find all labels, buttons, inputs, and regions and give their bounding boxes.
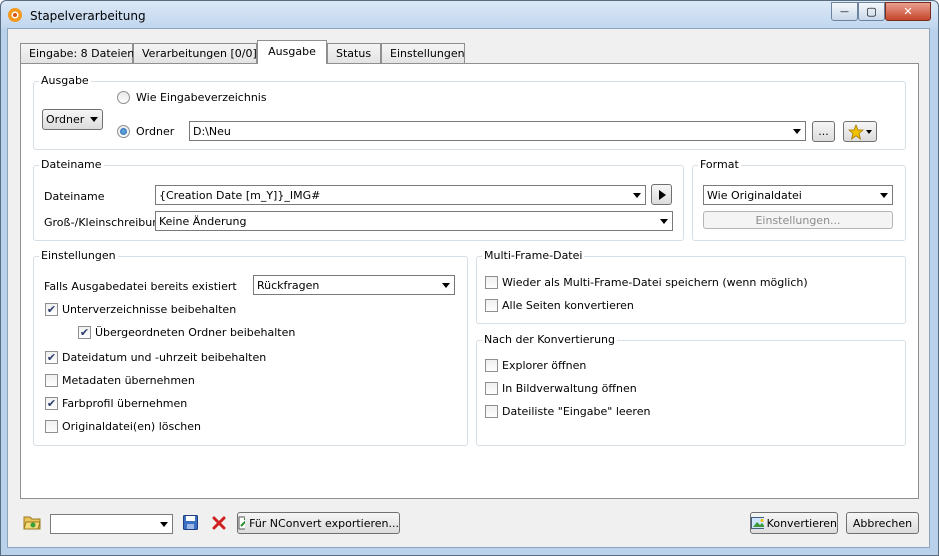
open-explorer-label: Explorer öffnen <box>502 359 587 372</box>
keep-datetime-label: Dateidatum und -uhrzeit beibehalten <box>62 351 267 364</box>
maximize-button[interactable]: ▢ <box>858 2 885 21</box>
select-value: Ordner <box>46 113 85 126</box>
save-multiframe-checkbox[interactable] <box>485 276 498 289</box>
format-value: Wie Originaldatei <box>707 189 802 202</box>
filename-label: Dateiname <box>44 190 105 203</box>
app-icon <box>8 8 22 22</box>
clear-input-list-checkbox[interactable] <box>485 405 498 418</box>
delete-originals-checkbox[interactable] <box>45 420 58 433</box>
delete-preset-button[interactable] <box>210 514 227 531</box>
case-value: Keine Änderung <box>159 215 247 228</box>
tab-panel-ausgabe: Ausgabe Ordner Wie Eingabeverzeichnis Or… <box>20 63 919 499</box>
save-icon <box>183 515 198 530</box>
filename-pattern-value: {Creation Date [m_Y]}_IMG# <box>159 189 321 202</box>
minimize-button[interactable]: — <box>831 2 858 21</box>
format-settings-button[interactable]: Einstellungen... <box>703 211 893 229</box>
keep-subdirs-checkbox[interactable]: ✔ <box>45 303 58 316</box>
keep-parent-folder-label: Übergeordneten Ordner beibehalten <box>95 326 296 339</box>
group-title: Dateiname <box>39 158 104 171</box>
chevron-down-icon <box>866 129 872 134</box>
tab-verarbeitungen[interactable]: Verarbeitungen [0/0] <box>133 43 257 63</box>
load-preset-button[interactable] <box>23 513 41 531</box>
star-icon <box>848 123 864 140</box>
open-browser-checkbox[interactable] <box>485 382 498 395</box>
exists-value: Rückfragen <box>257 279 320 292</box>
save-preset-button[interactable] <box>182 514 199 531</box>
group-title: Multi-Frame-Datei <box>482 249 585 262</box>
export-nconvert-button[interactable]: Für NConvert exportieren... <box>237 512 400 534</box>
close-button[interactable]: ✕ <box>885 2 931 21</box>
exists-select[interactable]: Rückfragen <box>253 275 455 295</box>
convert-icon <box>751 517 764 529</box>
keep-subdirs-label: Unterverzeichnisse beibehalten <box>62 303 237 316</box>
copy-color-profile-checkbox[interactable]: ✔ <box>45 397 58 410</box>
minimize-icon: — <box>840 6 849 17</box>
exists-label: Falls Ausgabedatei bereits existiert <box>44 280 237 293</box>
close-icon: ✕ <box>903 5 913 18</box>
tab-label: Status <box>336 47 372 60</box>
radio-folder[interactable] <box>117 125 130 138</box>
export-icon <box>238 516 246 530</box>
format-select[interactable]: Wie Originaldatei <box>703 185 893 205</box>
play-icon <box>658 189 666 200</box>
export-nconvert-label: Für NConvert exportieren... <box>249 516 399 530</box>
open-explorer-checkbox[interactable] <box>485 359 498 372</box>
case-label: Groß-/Kleinschreibung <box>44 216 167 229</box>
convert-label: Konvertieren <box>766 516 837 530</box>
tab-label: Eingabe: 8 Dateien <box>29 47 135 60</box>
copy-metadata-label: Metadaten übernehmen <box>62 374 195 387</box>
window-title: Stapelverarbeitung <box>30 9 146 23</box>
group-title: Format <box>698 158 741 171</box>
radio-same-directory-label: Wie Eingabeverzeichnis <box>136 91 267 104</box>
save-multiframe-label: Wieder als Multi-Frame-Datei speichern (… <box>502 276 808 289</box>
delete-icon <box>212 516 225 529</box>
radio-folder-label: Ordner <box>136 125 175 138</box>
clear-input-list-label: Dateiliste "Eingabe" leeren <box>502 405 651 418</box>
folder-path-value: D:\Neu <box>193 125 231 138</box>
folder-path-input[interactable]: D:\Neu <box>189 121 806 141</box>
convert-button[interactable]: Konvertieren <box>750 512 838 534</box>
tab-label: Einstellungen <box>390 47 465 60</box>
group-title: Einstellungen <box>39 249 118 262</box>
browse-label: ... <box>818 125 829 138</box>
insert-token-button[interactable] <box>651 184 672 205</box>
tab-eingabe[interactable]: Eingabe: 8 Dateien <box>20 43 135 63</box>
maximize-icon: ▢ <box>866 5 877 18</box>
title-bar[interactable]: Stapelverarbeitung — ▢ ✕ <box>1 1 938 29</box>
tab-status[interactable]: Status <box>327 43 381 63</box>
tab-einstellungen[interactable]: Einstellungen <box>381 43 465 63</box>
tab-label: Ausgabe <box>268 45 316 58</box>
format-settings-label: Einstellungen... <box>755 213 841 227</box>
delete-originals-label: Originaldatei(en) löschen <box>62 420 201 433</box>
keep-datetime-checkbox[interactable]: ✔ <box>45 351 58 364</box>
multiframe-group: Multi-Frame-Datei <box>476 249 906 324</box>
radio-same-directory[interactable] <box>117 91 130 104</box>
cancel-label: Abbrechen <box>852 516 913 530</box>
convert-all-pages-label: Alle Seiten konvertieren <box>502 299 634 312</box>
output-mode-select[interactable]: Ordner <box>42 109 103 130</box>
case-select[interactable]: Keine Änderung <box>155 211 673 231</box>
folder-open-icon <box>23 516 41 530</box>
copy-color-profile-label: Farbprofil übernehmen <box>62 397 188 410</box>
group-title: Ausgabe <box>39 74 91 87</box>
browse-button[interactable]: ... <box>812 121 835 142</box>
filename-pattern-input[interactable]: {Creation Date [m_Y]}_IMG# <box>155 185 646 205</box>
convert-all-pages-checkbox[interactable] <box>485 299 498 312</box>
keep-parent-folder-checkbox[interactable]: ✔ <box>78 326 91 339</box>
cancel-button[interactable]: Abbrechen <box>846 512 919 534</box>
copy-metadata-checkbox[interactable] <box>45 374 58 387</box>
open-browser-label: In Bildverwaltung öffnen <box>502 382 637 395</box>
group-title: Nach der Konvertierung <box>482 333 618 346</box>
preset-select[interactable] <box>50 514 173 534</box>
favorites-button[interactable] <box>843 121 877 142</box>
tab-label: Verarbeitungen [0/0] <box>142 47 257 60</box>
tab-ausgabe[interactable]: Ausgabe <box>257 40 327 64</box>
